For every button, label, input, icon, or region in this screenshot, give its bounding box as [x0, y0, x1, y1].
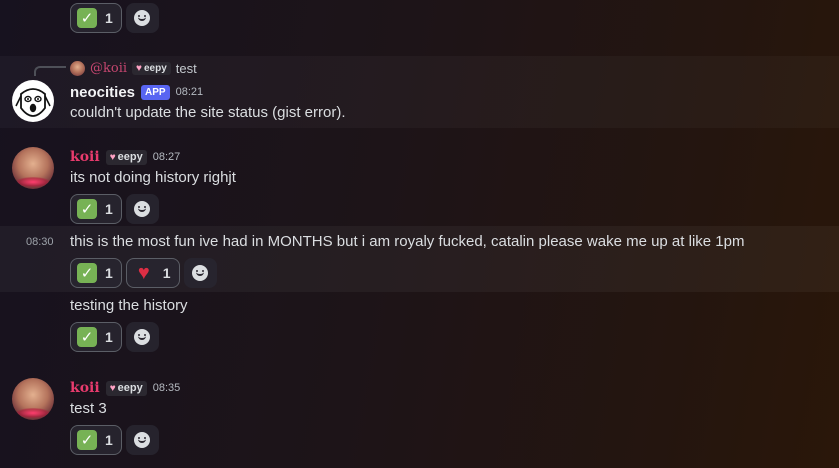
smile-icon: [134, 329, 151, 345]
message-header: koii ♥ eepy 08:27: [70, 147, 180, 167]
check-emoji-icon: ✓: [77, 199, 97, 219]
timestamp: 08:21: [175, 86, 204, 98]
message-header: neocities APP 08:21: [70, 82, 203, 102]
reply-reference[interactable]: @koii ♥ eepy test: [70, 60, 197, 76]
reaction-count: 1: [105, 329, 113, 345]
reply-avatar: [70, 60, 85, 76]
reaction-check[interactable]: ✓ 1: [70, 3, 122, 33]
check-emoji-icon: ✓: [77, 430, 97, 450]
reaction-count: 1: [105, 265, 113, 281]
avatar[interactable]: [12, 147, 54, 189]
check-emoji-icon: ✓: [77, 327, 97, 347]
smile-icon: [134, 201, 151, 217]
username[interactable]: koii: [70, 380, 100, 396]
smile-icon: [134, 10, 151, 26]
reaction-bar: ✓ 1: [70, 194, 159, 224]
smile-icon: [134, 432, 151, 448]
user-tag: ♥ eepy: [105, 380, 147, 396]
face-icon: [15, 88, 51, 117]
message-text: testing the history: [70, 297, 188, 314]
heart-emoji-icon: ♥: [137, 262, 150, 284]
reply-text: test: [175, 60, 197, 76]
reaction-count: 1: [162, 265, 171, 281]
add-reaction-button[interactable]: [125, 194, 159, 224]
timestamp: 08:35: [152, 382, 181, 394]
message-header: koii ♥ eepy 08:35: [70, 378, 180, 398]
add-reaction-button[interactable]: [125, 322, 159, 352]
check-emoji-icon: ✓: [77, 263, 97, 283]
reaction-check[interactable]: ✓ 1: [70, 258, 122, 288]
username[interactable]: koii: [70, 149, 100, 165]
add-reaction-button[interactable]: [183, 258, 217, 288]
reaction-check[interactable]: ✓ 1: [70, 194, 122, 224]
reply-connector: [34, 66, 66, 76]
reaction-check[interactable]: ✓ 1: [70, 322, 122, 352]
user-tag: ♥ eepy: [105, 149, 147, 165]
reaction-count: 1: [105, 201, 113, 217]
reply-tag: ♥ eepy: [132, 61, 171, 75]
avatar[interactable]: [12, 378, 54, 420]
reaction-count: 1: [105, 432, 113, 448]
message-text: this is the most fun ive had in MONTHS b…: [70, 233, 745, 250]
reply-mention[interactable]: @koii: [90, 61, 127, 76]
message-text: couldn't update the site status (gist er…: [70, 104, 346, 121]
heart-icon: ♥: [109, 382, 116, 394]
reaction-bar: ✓ 1 ♥ 1: [70, 258, 217, 288]
reaction-heart[interactable]: ♥ 1: [125, 258, 180, 288]
reaction-count: 1: [105, 10, 113, 26]
timestamp: 08:30: [26, 236, 54, 248]
smile-icon: [192, 265, 209, 281]
reaction-bar: ✓ 1: [70, 425, 159, 455]
message-text: its not doing history righjt: [70, 169, 236, 186]
reaction-check[interactable]: ✓ 1: [70, 425, 122, 455]
username[interactable]: neocities: [70, 84, 135, 101]
add-reaction-button[interactable]: [125, 3, 159, 33]
app-badge: APP: [141, 84, 170, 100]
reaction-bar: ✓ 1: [70, 322, 159, 352]
add-reaction-button[interactable]: [125, 425, 159, 455]
reaction-bar: ✓ 1: [70, 3, 159, 33]
heart-icon: ♥: [109, 151, 116, 163]
avatar[interactable]: [12, 80, 54, 122]
message-text: test 3: [70, 400, 107, 417]
timestamp: 08:27: [152, 151, 181, 163]
heart-icon: ♥: [136, 62, 142, 74]
check-emoji-icon: ✓: [77, 8, 97, 28]
